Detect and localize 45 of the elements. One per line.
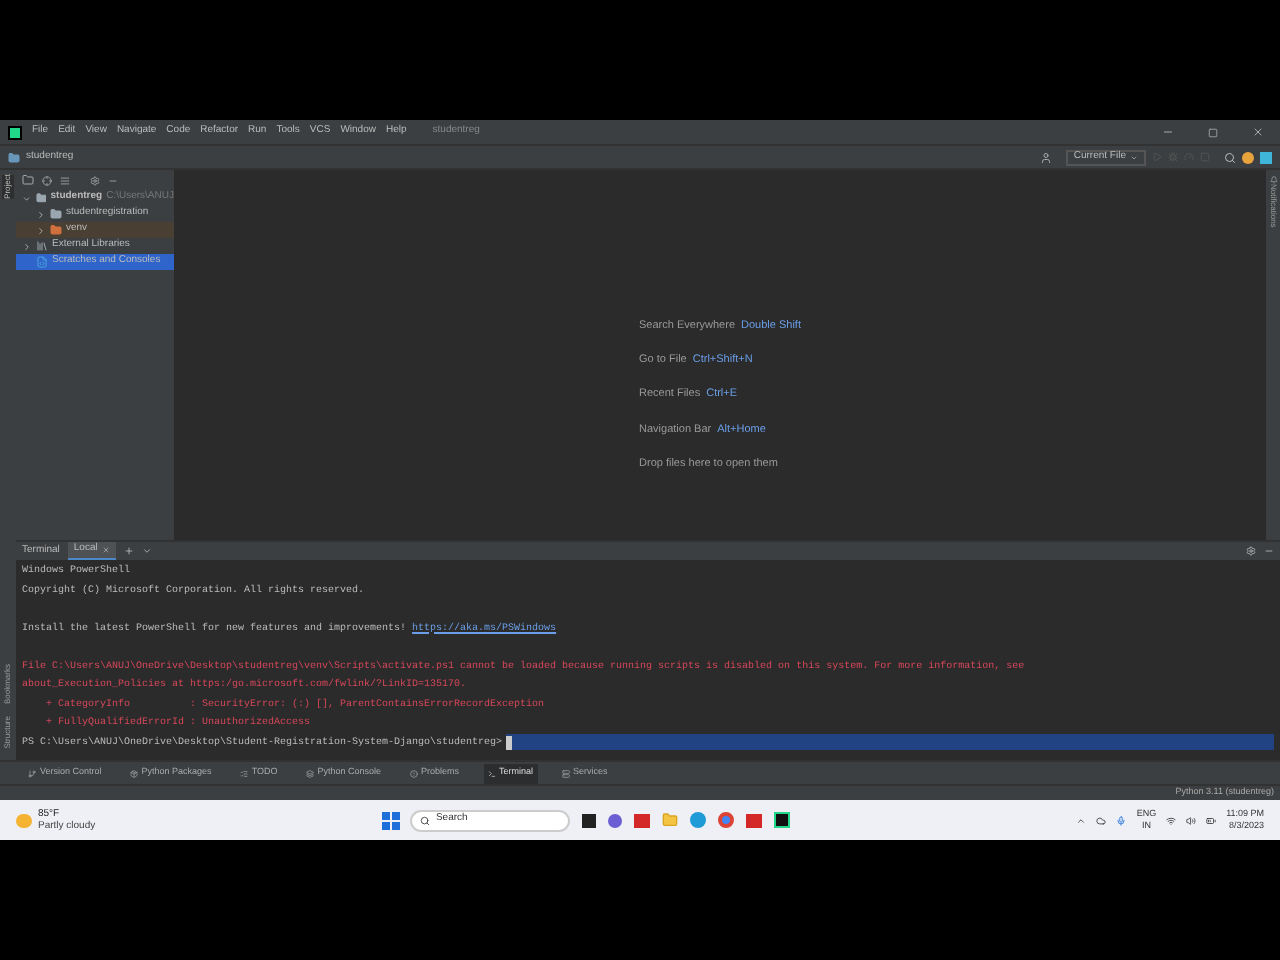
text-cursor <box>506 735 513 750</box>
minimize-icon[interactable] <box>1162 126 1174 138</box>
tool-window-icon <box>239 769 248 777</box>
tool-window-icon <box>487 769 496 777</box>
volume-icon[interactable] <box>1186 815 1197 825</box>
library-icon <box>36 240 48 252</box>
expand-icon[interactable] <box>36 225 46 235</box>
folder-icon <box>8 151 20 163</box>
close-icon[interactable] <box>1252 126 1264 138</box>
folder-icon[interactable] <box>661 812 678 828</box>
bell-icon[interactable] <box>1269 176 1277 184</box>
plugin-icon[interactable] <box>1260 151 1272 163</box>
maximize-icon[interactable] <box>1208 127 1218 137</box>
folder-icon <box>35 192 47 204</box>
expand-icon[interactable] <box>22 241 32 251</box>
folder-icon <box>50 208 62 220</box>
user-icon[interactable] <box>1039 151 1052 163</box>
search-icon[interactable] <box>1224 151 1236 163</box>
start-icon[interactable] <box>381 811 400 829</box>
tool-window-icon <box>305 769 314 777</box>
settings-icon[interactable] <box>1246 546 1256 556</box>
locate-icon[interactable] <box>42 175 52 185</box>
folder-icon[interactable] <box>22 174 34 186</box>
app-logo <box>8 125 22 139</box>
tool-window-icon <box>129 769 138 777</box>
wifi-icon[interactable] <box>1166 815 1177 825</box>
collapse-all-icon[interactable] <box>60 175 70 185</box>
hide-icon[interactable] <box>1264 546 1274 556</box>
tool-window-icon <box>28 769 36 777</box>
scratch-icon <box>36 256 48 268</box>
tool-window-icon <box>561 769 570 777</box>
folder-icon <box>50 224 62 236</box>
tool-window-icon <box>409 769 418 777</box>
settings-icon[interactable] <box>90 175 100 185</box>
collapse-icon[interactable] <box>22 193 32 203</box>
hide-icon[interactable] <box>108 175 118 185</box>
battery-icon[interactable] <box>1206 815 1217 825</box>
search-icon <box>419 815 430 825</box>
add-icon[interactable] <box>123 546 134 556</box>
update-icon[interactable] <box>1242 151 1254 163</box>
caret-icon[interactable] <box>1076 815 1087 825</box>
expand-icon[interactable] <box>36 209 46 219</box>
cloud-icon[interactable] <box>1096 815 1107 825</box>
caret-icon[interactable] <box>141 546 152 556</box>
mic-icon[interactable] <box>1116 815 1127 825</box>
